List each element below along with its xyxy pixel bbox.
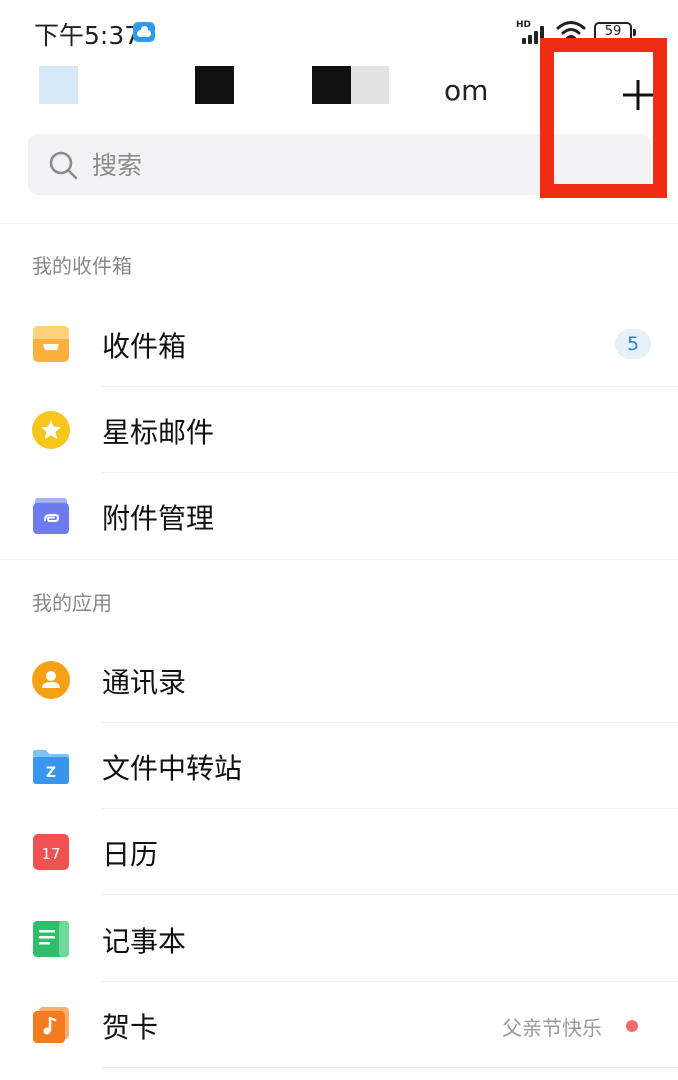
list-item-label: 记事本 xyxy=(102,925,187,958)
list-item-calendar[interactable]: 17 日历 xyxy=(0,809,678,895)
search-input[interactable] xyxy=(90,148,494,182)
attachment-icon xyxy=(33,498,69,534)
search-bar[interactable] xyxy=(28,134,651,195)
file-transfer-icon: Z xyxy=(33,748,69,784)
item-separator xyxy=(102,894,678,895)
list-item-label: 通讯录 xyxy=(102,666,187,699)
cloud-icon xyxy=(133,22,155,42)
list-item-label: 收件箱 xyxy=(102,330,187,363)
signal-icon xyxy=(518,26,548,44)
list-item-label: 附件管理 xyxy=(102,502,215,535)
account-email[interactable]: om xyxy=(444,74,488,107)
list-item-label: 文件中转站 xyxy=(102,752,243,785)
list-item-starred[interactable]: 星标邮件 xyxy=(0,387,678,473)
contacts-icon xyxy=(32,661,70,699)
list-item-notepad[interactable]: 记事本 xyxy=(0,896,678,982)
list-item-contacts[interactable]: 通讯录 xyxy=(0,637,678,723)
calendar-icon-date: 17 xyxy=(41,845,60,863)
battery-indicator: 59 xyxy=(594,22,636,42)
section-header-mailbox: 我的收件箱 xyxy=(32,254,132,278)
list-item-greeting-card[interactable]: 贺卡 父亲节快乐 xyxy=(0,982,678,1068)
list-item-label: 日历 xyxy=(102,838,159,871)
account-header: om xyxy=(0,62,678,128)
status-bar: 下午5:37 HD 59 xyxy=(0,0,678,62)
svg-text:Z: Z xyxy=(46,765,56,781)
inbox-icon xyxy=(33,326,69,362)
wifi-icon xyxy=(556,20,586,44)
list-item-label: 贺卡 xyxy=(102,1011,159,1044)
greeting-card-icon xyxy=(33,1007,69,1043)
list-item-inbox[interactable]: 收件箱 5 xyxy=(0,301,678,387)
redacted-block xyxy=(195,66,234,104)
redacted-block xyxy=(351,66,389,104)
calendar-icon: 17 xyxy=(33,834,69,870)
divider xyxy=(0,223,678,224)
divider xyxy=(0,559,678,560)
promo-text: 父亲节快乐 xyxy=(502,1016,602,1040)
unread-count-badge: 5 xyxy=(615,329,651,359)
add-button[interactable] xyxy=(612,72,664,118)
notepad-icon xyxy=(33,921,69,957)
status-time: 下午5:37 xyxy=(34,21,141,50)
search-icon xyxy=(48,150,78,180)
star-icon xyxy=(32,411,70,449)
plus-icon xyxy=(623,80,653,110)
notification-dot xyxy=(626,1020,638,1032)
list-item-label: 星标邮件 xyxy=(102,416,215,449)
list-item-attachments[interactable]: 附件管理 xyxy=(0,473,678,559)
list-item-file-transfer[interactable]: Z 文件中转站 xyxy=(0,723,678,809)
section-header-apps: 我的应用 xyxy=(32,591,112,615)
redacted-block xyxy=(39,66,78,104)
redacted-block xyxy=(312,66,351,104)
item-separator xyxy=(102,1067,678,1068)
